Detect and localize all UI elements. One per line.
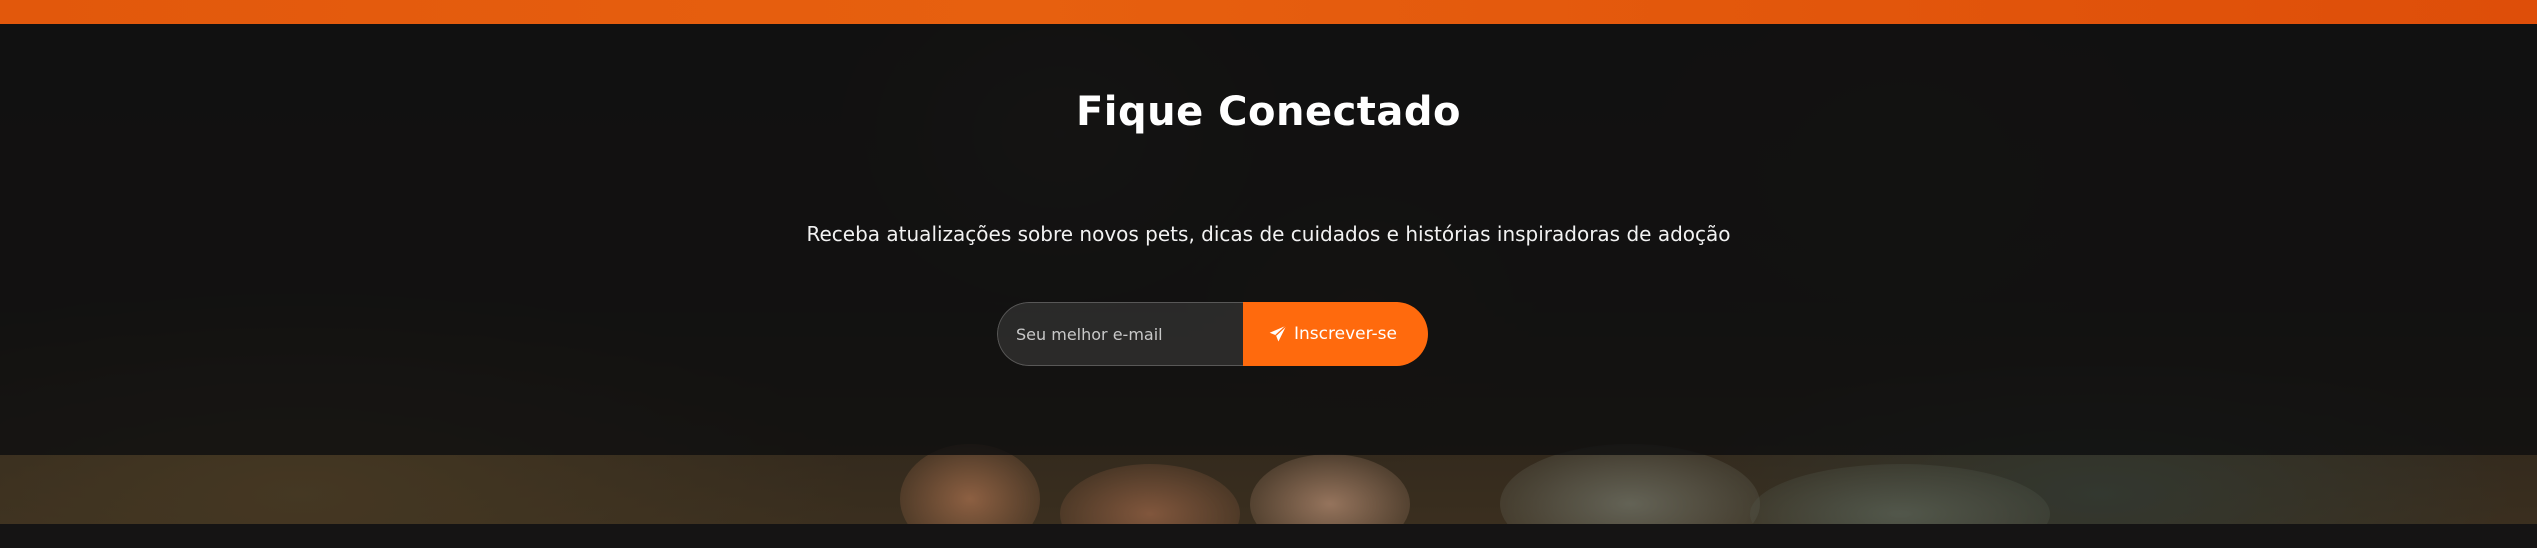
subscribe-button-label: Inscrever-se bbox=[1294, 324, 1397, 344]
subscribe-button[interactable]: Inscrever-se bbox=[1243, 302, 1428, 366]
email-input[interactable] bbox=[997, 302, 1243, 366]
newsletter-title: Fique Conectado bbox=[1075, 89, 1462, 135]
bottom-dark-bar bbox=[0, 524, 2537, 548]
newsletter-form: Inscrever-se bbox=[997, 302, 1428, 366]
photo-strip-overlay bbox=[0, 455, 2537, 524]
newsletter-subtitle: Receba atualizações sobre novos pets, di… bbox=[806, 222, 1731, 246]
top-accent-bar bbox=[0, 0, 2537, 24]
paper-plane-icon bbox=[1268, 324, 1288, 344]
